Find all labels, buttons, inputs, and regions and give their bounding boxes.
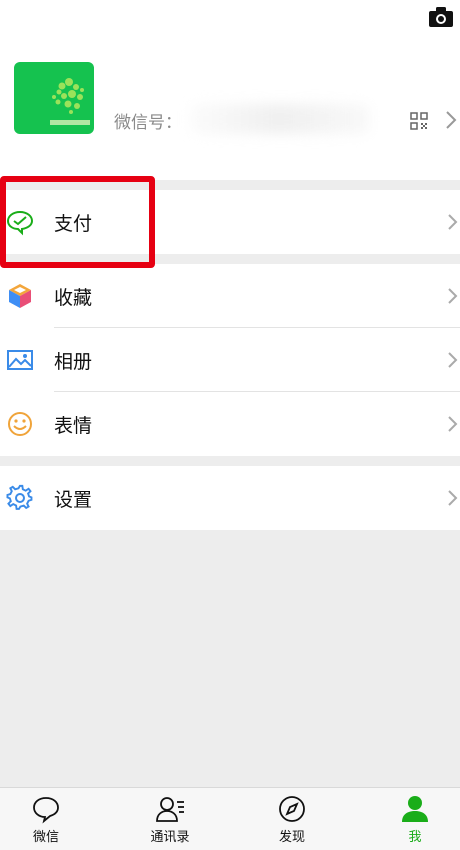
tab-discover[interactable]: 发现 <box>252 794 332 845</box>
smiley-icon <box>8 412 32 436</box>
tab-chats-label: 微信 <box>32 830 59 845</box>
tab-me-label: 我 <box>408 830 422 845</box>
chevron-right-icon <box>448 288 458 304</box>
wechat-id-label: 微信号： <box>114 113 182 133</box>
menu-item-album[interactable]: 相册 <box>0 328 460 392</box>
menu-item-album-label: 相册 <box>54 350 93 373</box>
tab-contacts-label: 通讯录 <box>150 830 190 845</box>
settings-section: 设置 <box>0 466 460 530</box>
chevron-right-icon <box>448 214 458 230</box>
chevron-right-icon <box>448 352 458 368</box>
person-icon <box>402 796 428 822</box>
highlight-box <box>0 176 155 268</box>
menu-item-settings-label: 设置 <box>54 488 93 511</box>
chat-bubble-icon <box>33 797 59 824</box>
collection-section: 收藏 相册 表情 <box>0 264 460 456</box>
tab-contacts[interactable]: 通讯录 <box>130 794 210 845</box>
chevron-right-icon <box>448 490 458 506</box>
album-icon <box>7 350 33 370</box>
menu-item-favorites[interactable]: 收藏 <box>0 264 460 328</box>
menu-item-favorites-label: 收藏 <box>54 286 93 309</box>
menu-item-stickers[interactable]: 表情 <box>0 392 460 456</box>
wechat-id-value-redacted <box>190 104 370 134</box>
menu-item-settings[interactable]: 设置 <box>0 466 460 530</box>
chevron-right-icon[interactable] <box>445 110 457 130</box>
tab-me[interactable]: 我 <box>375 794 455 845</box>
favorites-cube-icon <box>9 284 31 308</box>
tab-chats[interactable]: 微信 <box>6 794 86 845</box>
qr-code-icon[interactable] <box>410 112 428 130</box>
menu-item-stickers-label: 表情 <box>54 414 93 437</box>
camera-icon[interactable] <box>428 6 454 28</box>
avatar[interactable] <box>14 62 94 134</box>
profile-header: 微信号： <box>0 0 460 180</box>
bottom-tab-bar: 微信 通讯录 发现 我 <box>0 787 460 850</box>
contacts-icon <box>156 797 184 822</box>
tab-discover-label: 发现 <box>278 830 305 845</box>
chevron-right-icon <box>448 416 458 432</box>
gear-icon <box>6 484 33 510</box>
compass-icon <box>279 796 305 822</box>
avatar-logo-icon <box>50 78 90 125</box>
